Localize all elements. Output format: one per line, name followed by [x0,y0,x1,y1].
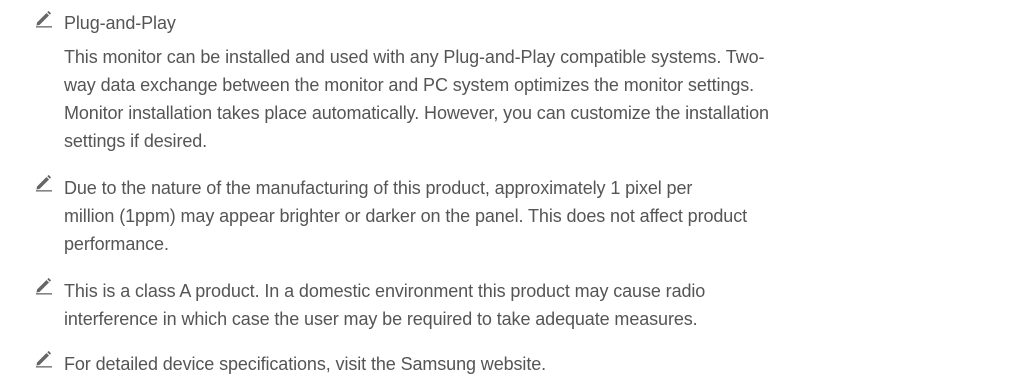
note-line: performance. [64,234,169,254]
pencil-icon [34,172,54,192]
note-line: This is a class A product. In a domestic… [64,281,706,301]
note-line: way data exchange between the monitor an… [64,75,755,95]
note-line: Due to the nature of the manufacturing o… [64,178,693,198]
note-line: This monitor can be installed and used w… [64,47,765,67]
pencil-icon [34,275,54,295]
pencil-icon [34,8,54,28]
note-line: For detailed device specifications, visi… [64,354,547,374]
pencil-icon [34,348,54,368]
note-line: million (1ppm) may appear brighter or da… [64,206,748,226]
note-line: Monitor installation takes place automat… [64,103,769,123]
note-line: interference in which case the user may … [64,309,698,329]
note-heading: Plug-and-Play [64,13,176,33]
note-line: settings if desired. [64,131,208,151]
